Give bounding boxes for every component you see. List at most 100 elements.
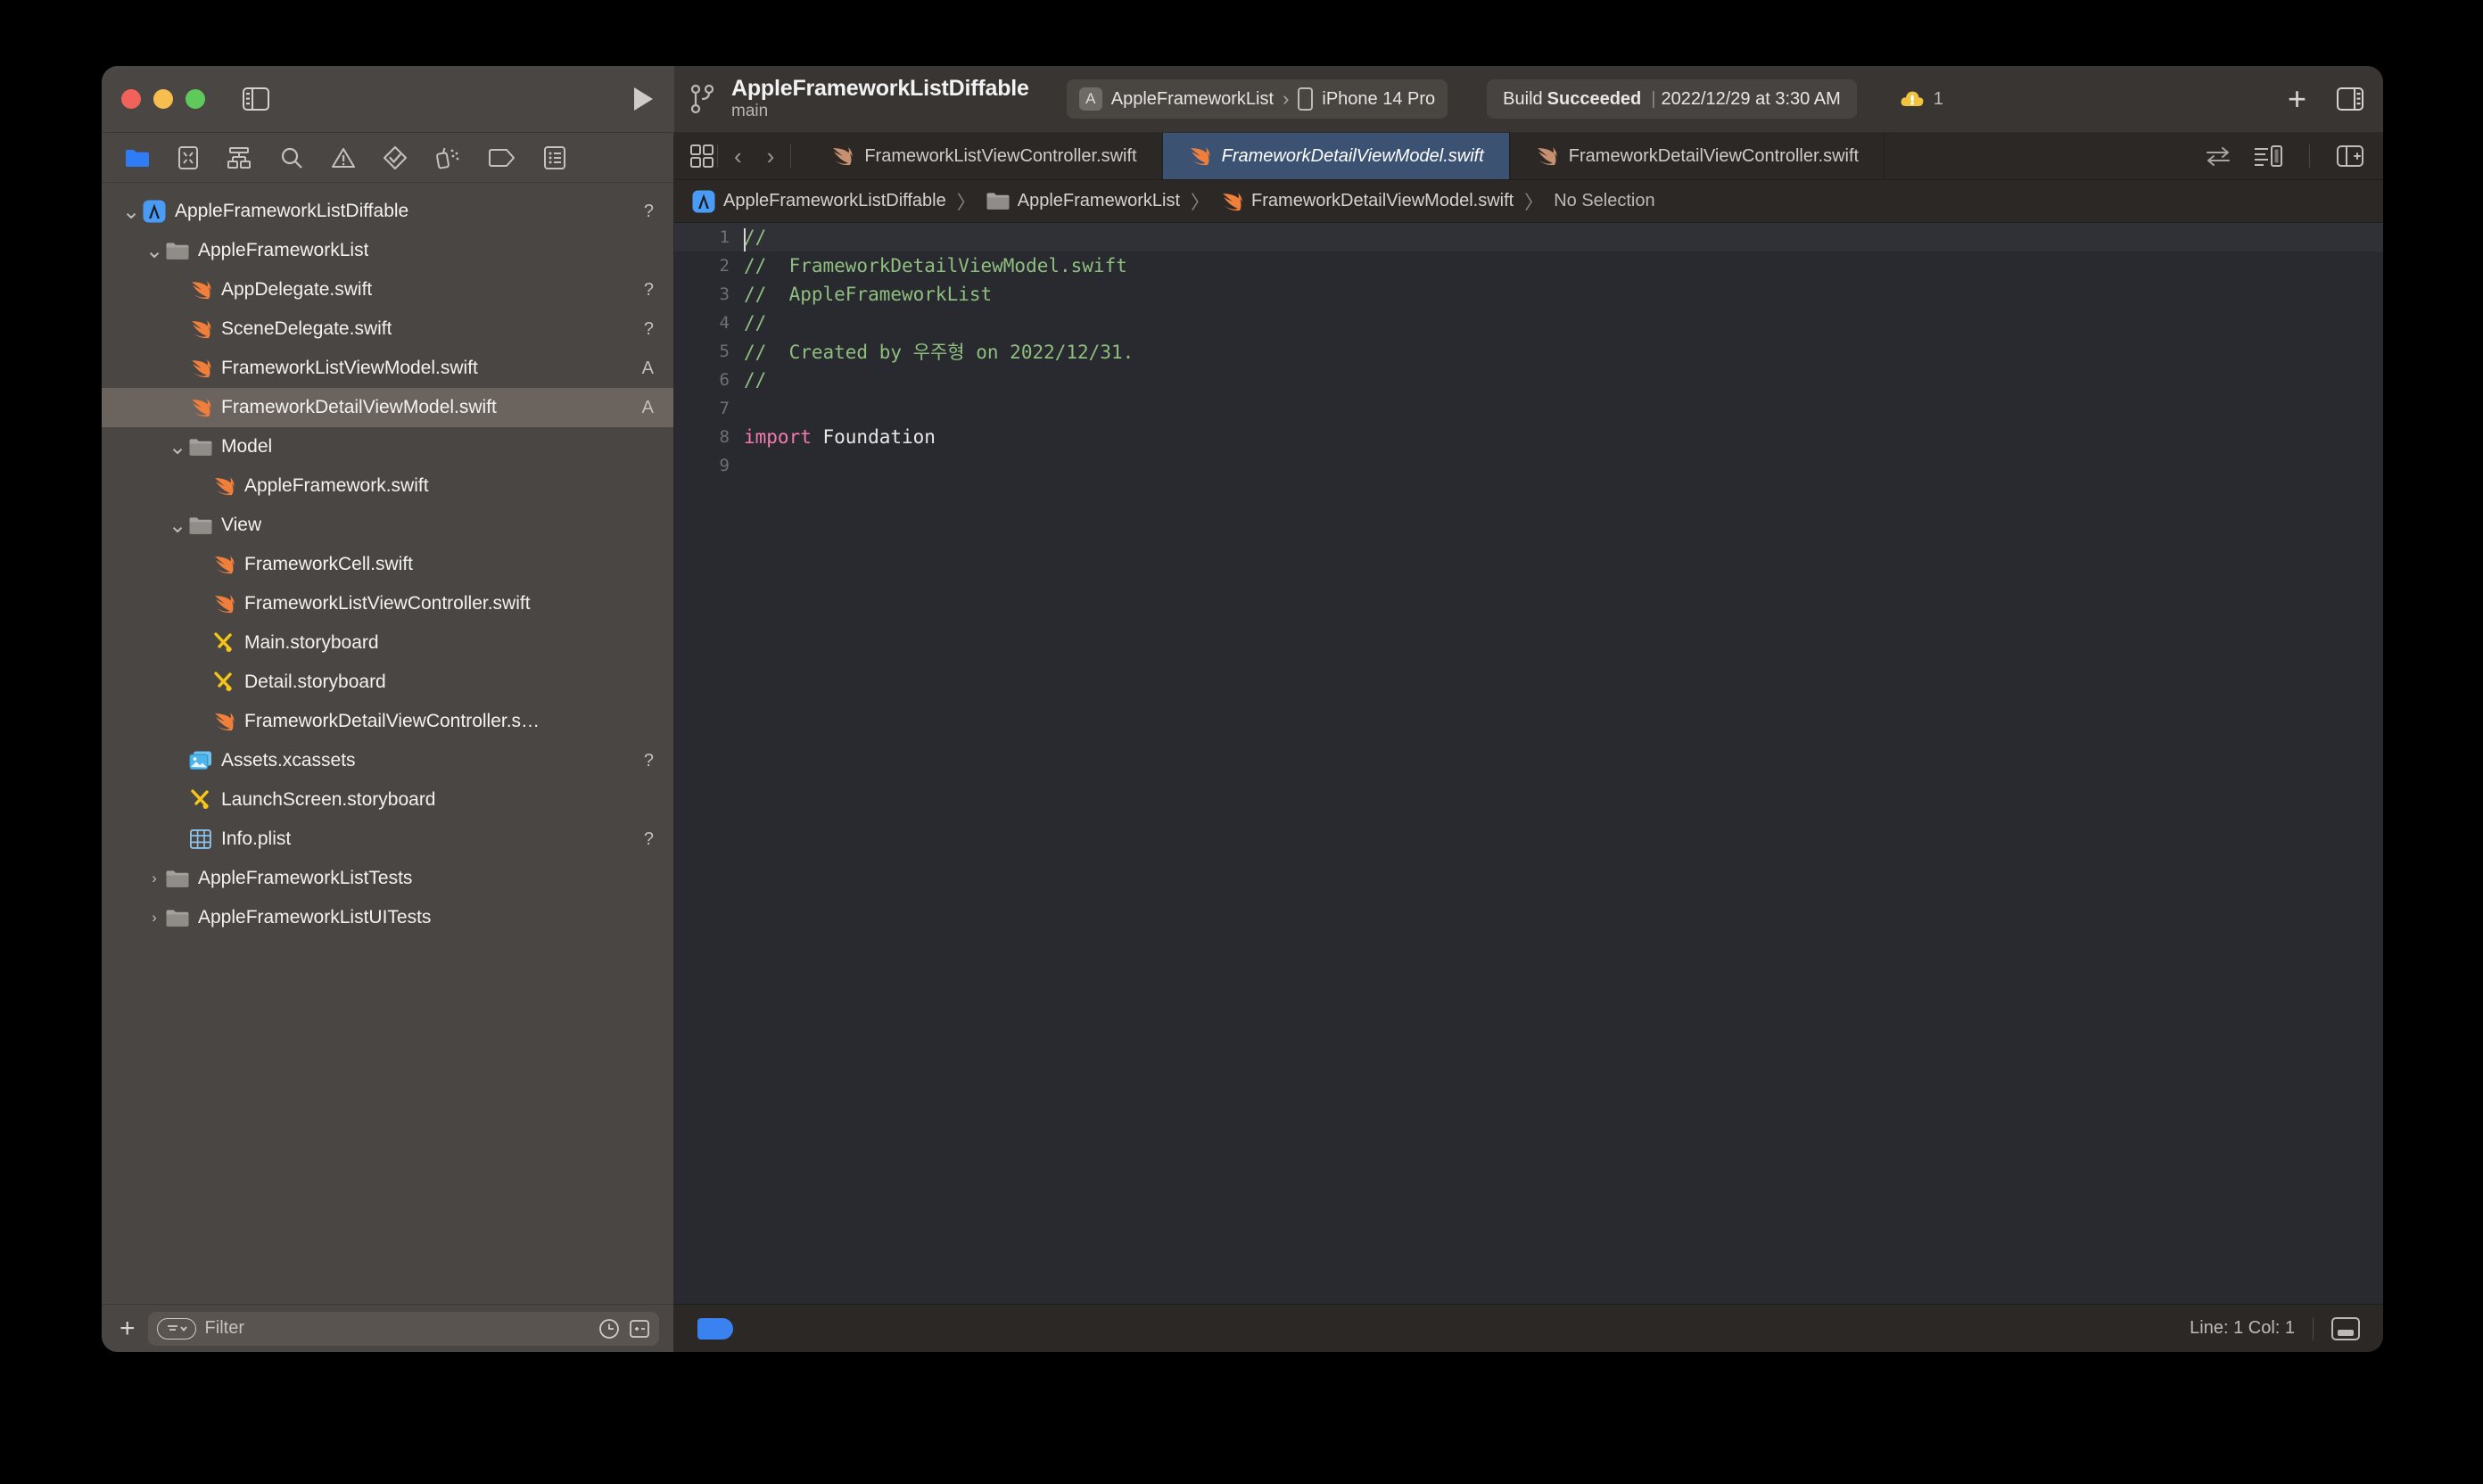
navigator-row[interactable]: AppleFramework.swift [102,466,673,506]
navigator-row[interactable]: Info.plist? [102,820,673,859]
warning-indicator[interactable]: 1 [1900,88,1943,110]
navigator-row[interactable]: FrameworkDetailViewController.s… [102,702,673,741]
navigator-row-label: AppleFramework.swift [244,475,429,497]
issue-warning-icon[interactable] [332,147,355,169]
navigator-row[interactable]: FrameworkCell.swift [102,545,673,584]
add-file-button[interactable]: + [120,1315,136,1342]
code-line[interactable]: 8import Foundation [674,423,2383,451]
disclosure-spacer [168,830,187,848]
breadcrumb-item[interactable]: No Selection [1554,191,1654,211]
scheme-selector[interactable]: A AppleFrameworkList › iPhone 14 Pro [1067,79,1448,119]
xcode-window: AppleFrameworkListDiffable main A AppleF… [102,66,2383,1352]
debug-spray-icon[interactable] [435,146,460,169]
line-number: 4 [674,313,744,333]
navigator-row[interactable]: › AppleFrameworkListUITests [102,898,673,937]
breadcrumb[interactable]: AppleFrameworkListDiffable〉AppleFramewor… [674,180,2383,223]
breadcrumb-label: No Selection [1554,191,1654,211]
disclosure-closed-icon[interactable]: › [144,909,164,927]
code-line[interactable]: 1// [674,223,2383,251]
code-line[interactable]: 7 [674,394,2383,423]
compare-versions-icon[interactable] [2206,146,2231,166]
editor-tab[interactable]: FrameworkDetailViewController.swift [1510,133,1885,179]
minimap-toggle-icon[interactable] [2254,145,2282,167]
back-button[interactable]: ‹ [722,143,755,170]
breadcrumb-item[interactable]: AppleFrameworkListDiffable [692,190,946,213]
code-line-text: // [744,227,766,248]
code-line[interactable]: 5// Created by 우주형 on 2022/12/31. [674,337,2383,366]
folder-icon[interactable] [125,148,150,168]
disclosure-closed-icon[interactable]: › [144,870,164,887]
symbol-hierarchy-icon[interactable] [227,146,252,169]
navigator-row[interactable]: ⌄AppleFrameworkList [102,231,673,270]
add-editor-icon[interactable] [2337,145,2363,167]
navigator-row-status: A [630,398,654,418]
close-button[interactable] [121,89,141,109]
navigator-row[interactable]: ⌄AppleFrameworkListDiffable? [102,192,673,231]
line-number: 5 [674,342,744,361]
disclosure-open-icon[interactable]: ⌄ [168,513,187,539]
toggle-navigator-icon[interactable] [243,87,269,111]
breadcrumb-item[interactable]: AppleFrameworkList [986,191,1180,211]
minimize-button[interactable] [153,89,173,109]
navigator-row[interactable]: ⌄Model [102,427,673,466]
minimap-icon[interactable] [2331,1317,2360,1340]
add-button[interactable]: + [2288,83,2306,115]
editor-tab[interactable]: FrameworkListViewController.swift [805,133,1162,179]
disclosure-spacer [168,399,187,416]
navigator-row[interactable]: AppDelegate.swift? [102,270,673,309]
swift-icon [187,318,214,340]
code-line-text: // [744,369,766,391]
warning-cloud-icon [1900,88,1925,110]
navigator-row-label: AppleFrameworkListUITests [198,907,431,928]
storyboard-icon [210,672,237,693]
zoom-button[interactable] [186,89,205,109]
code-line[interactable]: 6// [674,366,2383,394]
test-diamond-icon[interactable] [384,146,407,169]
search-icon[interactable] [280,146,303,169]
breadcrumb-item[interactable]: FrameworkDetailViewModel.swift [1220,191,1514,212]
code-line[interactable]: 4// [674,309,2383,337]
navigator-row[interactable]: FrameworkListViewModel.swiftA [102,349,673,388]
title-bar-main-section: AppleFrameworkListDiffable main A AppleF… [674,66,2383,133]
toggle-inspector-icon[interactable] [2337,87,2363,111]
code-line-text: // AppleFrameworkList [744,284,992,305]
breakpoint-tag-icon[interactable] [489,149,516,167]
project-navigator-tree[interactable]: ⌄AppleFrameworkListDiffable?⌄AppleFramew… [102,183,673,1304]
source-control-filter-icon[interactable] [629,1318,650,1340]
navigator-row[interactable]: Main.storyboard [102,623,673,663]
navigator-row[interactable]: LaunchScreen.storyboard [102,780,673,820]
code-line[interactable]: 2// FrameworkDetailViewModel.swift [674,251,2383,280]
tab-overview-icon[interactable] [690,144,714,168]
navigator-row[interactable]: ›AppleFrameworkListTests [102,859,673,898]
forward-button[interactable]: › [755,143,788,170]
code-token: // [744,312,766,334]
navigator-row[interactable]: SceneDelegate.swift? [102,309,673,349]
filter-options-icon[interactable] [157,1318,196,1340]
build-status-bar[interactable]: Build Succeeded | 2022/12/29 at 3:30 AM [1487,79,1857,119]
source-control-icon[interactable] [178,146,198,169]
breakpoint-tag-icon[interactable] [697,1318,733,1340]
disclosure-open-icon[interactable]: ⌄ [168,434,187,460]
navigator-row[interactable]: Detail.storyboard [102,663,673,702]
navigator-row-label: AppDelegate.swift [221,279,372,301]
title-bar-right-tools: + [2288,83,2363,115]
clock-icon[interactable] [598,1318,620,1340]
disclosure-spacer [168,320,187,338]
filter-field[interactable]: Filter [148,1312,659,1346]
navigator-row[interactable]: Assets.xcassets? [102,741,673,780]
code-line[interactable]: 9 [674,451,2383,480]
code-line[interactable]: 3// AppleFrameworkList [674,280,2383,309]
editor-tab[interactable]: FrameworkDetailViewModel.swift [1163,133,1510,179]
navigator-row[interactable]: FrameworkListViewController.swift [102,584,673,623]
build-prefix-label: Build [1503,89,1542,110]
disclosure-open-icon[interactable]: ⌄ [121,199,141,225]
navigator-row[interactable]: ⌄View [102,506,673,545]
report-list-icon[interactable] [544,146,565,169]
title-bar: AppleFrameworkListDiffable main A AppleF… [102,66,2383,133]
run-button[interactable] [631,86,655,112]
folder-icon [164,242,191,260]
navigator-row[interactable]: FrameworkDetailViewModel.swiftA [102,388,673,427]
breadcrumb-label: AppleFrameworkList [1018,191,1180,211]
disclosure-open-icon[interactable]: ⌄ [144,238,164,264]
code-editor[interactable]: 1//2// FrameworkDetailViewModel.swift3//… [674,223,2383,1304]
